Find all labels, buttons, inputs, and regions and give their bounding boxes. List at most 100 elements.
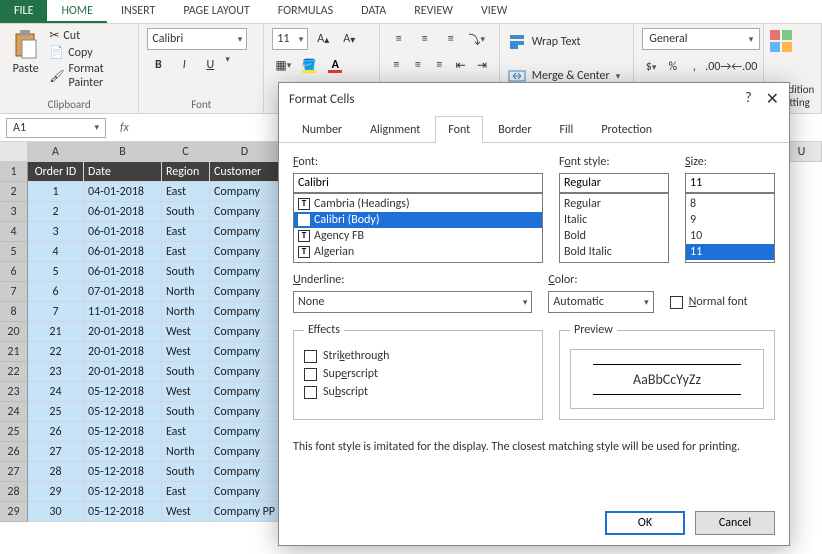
- row-header[interactable]: 4: [0, 222, 28, 242]
- cell[interactable]: Customer: [210, 162, 280, 182]
- row-header[interactable]: 22: [0, 362, 28, 382]
- font-style-listbox[interactable]: RegularItalicBoldBold Italic: [559, 193, 669, 263]
- col-header-C[interactable]: C: [162, 142, 210, 162]
- list-item[interactable]: 11: [686, 244, 774, 260]
- cell[interactable]: South: [162, 362, 210, 382]
- bold-button[interactable]: B: [147, 54, 169, 76]
- cell[interactable]: 05-12-2018: [84, 482, 162, 502]
- dialog-tab-protection[interactable]: Protection: [588, 116, 665, 143]
- comma-button[interactable]: ,: [686, 56, 704, 78]
- chevron-down-icon[interactable]: ▾: [225, 54, 230, 76]
- list-item[interactable]: TAlgerian: [294, 244, 542, 260]
- cell[interactable]: 05-12-2018: [84, 502, 162, 522]
- font-style-input[interactable]: [559, 173, 669, 193]
- cell[interactable]: North: [162, 282, 210, 302]
- list-item[interactable]: TArial: [294, 260, 542, 263]
- tab-formulas[interactable]: FORMULAS: [264, 0, 347, 23]
- row-header[interactable]: 2: [0, 182, 28, 202]
- decrease-font-button[interactable]: A▾: [338, 28, 360, 50]
- cell[interactable]: 20-01-2018: [84, 322, 162, 342]
- cell[interactable]: 04-01-2018: [84, 182, 162, 202]
- cell[interactable]: 4: [28, 242, 84, 262]
- cell[interactable]: 05-12-2018: [84, 422, 162, 442]
- color-combo[interactable]: Automatic▾: [548, 291, 653, 313]
- cell[interactable]: South: [162, 262, 210, 282]
- number-format-combo[interactable]: General▾: [642, 28, 760, 50]
- cell[interactable]: 22: [28, 342, 84, 362]
- cell[interactable]: East: [162, 222, 210, 242]
- borders-button[interactable]: ▦▾: [272, 54, 294, 76]
- ok-button[interactable]: OK: [605, 511, 685, 535]
- help-icon[interactable]: ?: [745, 89, 752, 109]
- cell[interactable]: 06-01-2018: [84, 202, 162, 222]
- row-header[interactable]: 23: [0, 382, 28, 402]
- row-header[interactable]: 28: [0, 482, 28, 502]
- cell[interactable]: 26: [28, 422, 84, 442]
- currency-button[interactable]: $▾: [642, 56, 660, 78]
- cell[interactable]: Company: [210, 302, 280, 322]
- row-header[interactable]: 21: [0, 342, 28, 362]
- row-header[interactable]: 8: [0, 302, 28, 322]
- decrease-indent-button[interactable]: ⇤: [452, 54, 469, 76]
- align-top-button[interactable]: ≡: [388, 28, 410, 50]
- tab-file[interactable]: FILE: [0, 0, 47, 23]
- cell[interactable]: 29: [28, 482, 84, 502]
- list-item[interactable]: TAgency FB: [294, 228, 542, 244]
- cell[interactable]: 06-01-2018: [84, 222, 162, 242]
- row-header[interactable]: 7: [0, 282, 28, 302]
- row-header[interactable]: 29: [0, 502, 28, 522]
- cell[interactable]: 20-01-2018: [84, 342, 162, 362]
- font-size-combo[interactable]: 11▾: [272, 28, 308, 50]
- list-item[interactable]: TCalibri (Body): [294, 212, 542, 228]
- list-item[interactable]: 9: [686, 212, 774, 228]
- font-name-input[interactable]: [293, 173, 543, 193]
- name-box[interactable]: A1▾: [6, 118, 106, 138]
- cell[interactable]: Company: [210, 362, 280, 382]
- row-header[interactable]: 5: [0, 242, 28, 262]
- cell[interactable]: West: [162, 322, 210, 342]
- cell[interactable]: West: [162, 382, 210, 402]
- cell[interactable]: Company: [210, 222, 280, 242]
- cell[interactable]: 5: [28, 262, 84, 282]
- col-header-D[interactable]: D: [210, 142, 280, 162]
- font-name-combo[interactable]: Calibri▾: [147, 28, 247, 50]
- fill-color-button[interactable]: 🪣: [298, 54, 320, 76]
- cell[interactable]: 27: [28, 442, 84, 462]
- copy-button[interactable]: Copy: [49, 45, 130, 60]
- list-item[interactable]: 12: [686, 260, 774, 263]
- cell[interactable]: Company: [210, 462, 280, 482]
- dialog-tab-fill[interactable]: Fill: [547, 116, 587, 143]
- row-header[interactable]: 3: [0, 202, 28, 222]
- close-icon[interactable]: ✕: [766, 89, 779, 109]
- tab-review[interactable]: REVIEW: [400, 0, 467, 23]
- cell[interactable]: East: [162, 422, 210, 442]
- cell[interactable]: Company: [210, 182, 280, 202]
- cell[interactable]: 05-12-2018: [84, 442, 162, 462]
- cell[interactable]: North: [162, 442, 210, 462]
- row-header[interactable]: 25: [0, 422, 28, 442]
- list-item[interactable]: Bold Italic: [560, 244, 668, 260]
- cell[interactable]: Order ID: [28, 162, 84, 182]
- superscript-checkbox[interactable]: Superscript: [304, 367, 532, 381]
- dialog-tab-number[interactable]: Number: [289, 116, 355, 143]
- format-painter-button[interactable]: Format Painter: [49, 62, 130, 90]
- cell[interactable]: East: [162, 482, 210, 502]
- cell[interactable]: North: [162, 302, 210, 322]
- row-header[interactable]: 1: [0, 162, 28, 182]
- cell[interactable]: 1: [28, 182, 84, 202]
- align-right-button[interactable]: ≡: [431, 54, 448, 76]
- row-header[interactable]: 27: [0, 462, 28, 482]
- increase-decimal-button[interactable]: .00→: [707, 56, 729, 78]
- cell[interactable]: Date: [84, 162, 162, 182]
- col-header-B[interactable]: B: [84, 142, 162, 162]
- col-header-A[interactable]: A: [28, 142, 84, 162]
- cell[interactable]: 20-01-2018: [84, 362, 162, 382]
- align-center-button[interactable]: ≡: [409, 54, 426, 76]
- cut-button[interactable]: Cut: [49, 28, 130, 43]
- cell[interactable]: 06-01-2018: [84, 262, 162, 282]
- tab-page-layout[interactable]: PAGE LAYOUT: [169, 0, 263, 23]
- percent-button[interactable]: %: [664, 56, 682, 78]
- cell[interactable]: 23: [28, 362, 84, 382]
- paste-button[interactable]: Paste: [8, 28, 43, 90]
- cancel-button[interactable]: Cancel: [695, 511, 775, 535]
